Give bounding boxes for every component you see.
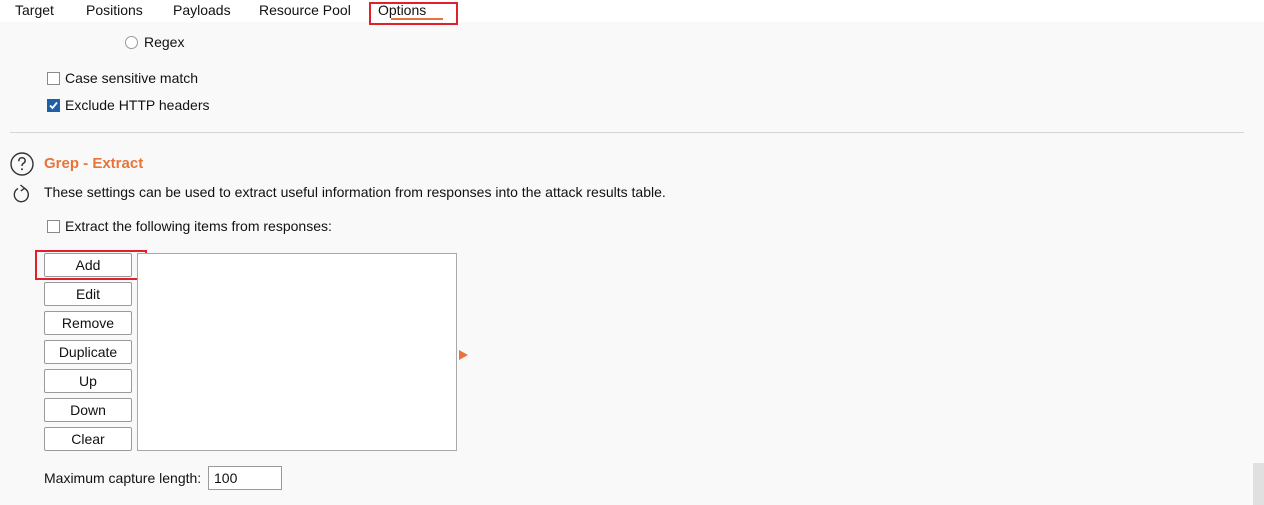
duplicate-button[interactable]: Duplicate [44,340,132,364]
expand-arrow-icon[interactable] [459,347,468,360]
tab-payloads[interactable]: Payloads [173,2,231,18]
regex-radio[interactable] [125,36,138,49]
extract-items-list[interactable] [137,253,457,451]
exclude-headers-checkbox[interactable] [47,99,60,112]
tab-resource-pool[interactable]: Resource Pool [259,2,351,18]
clear-button[interactable]: Clear [44,427,132,451]
down-button[interactable]: Down [44,398,132,422]
remove-button[interactable]: Remove [44,311,132,335]
grep-extract-description: These settings can be used to extract us… [44,184,666,200]
max-capture-label: Maximum capture length: [44,470,202,486]
tab-bar: Target Positions Payloads Resource Pool … [0,0,1264,22]
exclude-headers-label: Exclude HTTP headers [65,97,210,113]
grep-extract-title: Grep - Extract [44,155,144,172]
extract-items-label: Extract the following items from respons… [65,218,332,234]
regex-label: Regex [144,34,185,50]
help-icon[interactable] [10,152,34,176]
scrollbar[interactable] [1253,463,1264,505]
checkmark-icon [49,101,58,110]
options-tab-highlight [369,2,458,25]
max-capture-input[interactable] [208,466,282,490]
add-button-highlight [35,250,147,280]
case-sensitive-label: Case sensitive match [65,70,199,86]
tab-positions[interactable]: Positions [86,2,143,18]
section-divider [10,132,1244,133]
extract-items-checkbox[interactable] [47,220,60,233]
edit-button[interactable]: Edit [44,282,132,306]
case-sensitive-checkbox[interactable] [47,72,60,85]
tab-target[interactable]: Target [15,2,54,18]
up-button[interactable]: Up [44,369,132,393]
refresh-icon[interactable] [12,183,32,205]
